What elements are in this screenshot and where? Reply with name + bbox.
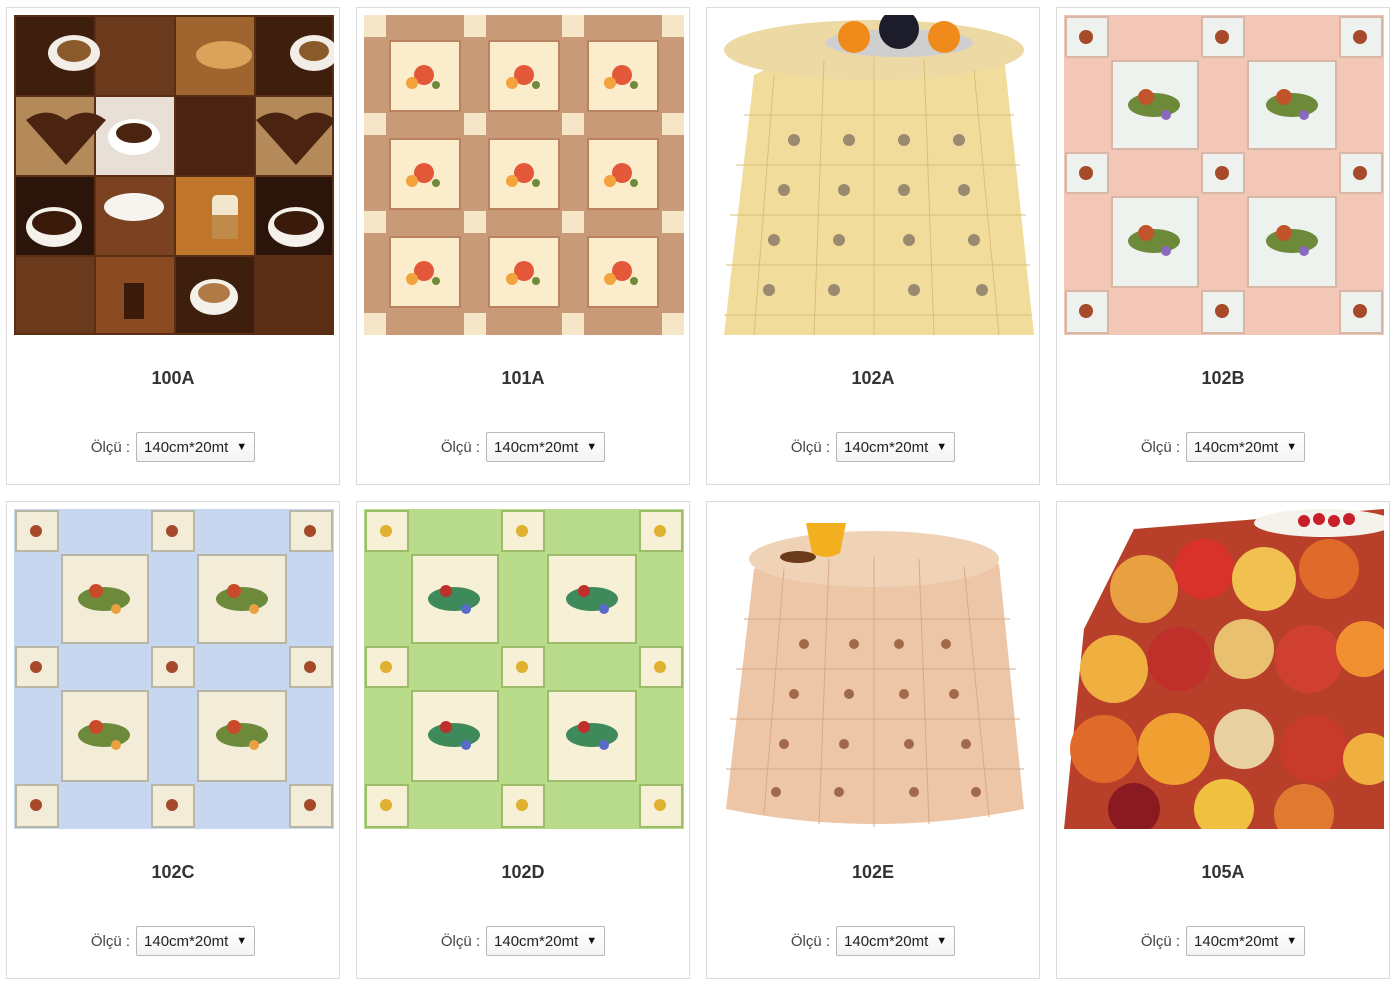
product-code: 102D	[501, 862, 545, 882]
size-select[interactable]: 140cm*20mt ▼	[836, 926, 956, 956]
coffee-collage-image	[14, 15, 334, 335]
product-code: 105A	[1201, 862, 1245, 882]
product-image[interactable]	[364, 509, 684, 829]
product-code: 102B	[1201, 368, 1245, 388]
product-image[interactable]	[1064, 15, 1384, 335]
size-select-value: 140cm*20mt	[144, 932, 229, 950]
product-code: 102A	[851, 368, 895, 388]
size-label: Ölçü :	[1140, 438, 1181, 456]
caret-down-icon: ▼	[1286, 441, 1298, 453]
product-code: 102C	[151, 862, 195, 882]
floral-blue-grid-image	[14, 509, 334, 829]
size-select[interactable]: 140cm*20mt ▼	[1186, 926, 1306, 956]
size-row: Ölçü : 140cm*20mt ▼	[7, 432, 339, 462]
round-table-yellow-image	[714, 15, 1034, 335]
product-image[interactable]	[1064, 509, 1384, 829]
product-card[interactable]: 101A Ölçü : 140cm*20mt ▼	[356, 7, 690, 485]
product-card[interactable]: 102D Ölçü : 140cm*20mt ▼	[356, 501, 690, 979]
size-select-value: 140cm*20mt	[494, 438, 579, 456]
floral-beige-grid-image	[364, 15, 684, 335]
size-select[interactable]: 140cm*20mt ▼	[836, 432, 956, 462]
size-row: Ölçü : 140cm*20mt ▼	[707, 926, 1039, 956]
size-select[interactable]: 140cm*20mt ▼	[1186, 432, 1306, 462]
product-code: 101A	[501, 368, 545, 388]
product-image[interactable]	[14, 15, 334, 335]
size-row: Ölçü : 140cm*20mt ▼	[707, 432, 1039, 462]
size-row: Ölçü : 140cm*20mt ▼	[357, 926, 689, 956]
product-card[interactable]: 102C Ölçü : 140cm*20mt ▼	[6, 501, 340, 979]
caret-down-icon: ▼	[586, 935, 598, 947]
caret-down-icon: ▼	[236, 441, 248, 453]
product-image[interactable]	[364, 15, 684, 335]
product-image[interactable]	[714, 15, 1034, 335]
size-select-value: 140cm*20mt	[144, 438, 229, 456]
caret-down-icon: ▼	[936, 935, 948, 947]
product-code: 102E	[851, 862, 895, 882]
product-card[interactable]: 102A Ölçü : 140cm*20mt ▼	[706, 7, 1040, 485]
size-select-value: 140cm*20mt	[1194, 438, 1279, 456]
fruit-tablecloth-image	[1064, 509, 1384, 829]
size-select[interactable]: 140cm*20mt ▼	[486, 432, 606, 462]
size-label: Ölçü :	[1140, 932, 1181, 950]
size-label: Ölçü :	[440, 438, 481, 456]
size-label: Ölçü :	[440, 932, 481, 950]
round-table-peach-image	[714, 509, 1034, 829]
size-label: Ölçü :	[90, 438, 131, 456]
floral-green-grid-image	[364, 509, 684, 829]
size-row: Ölçü : 140cm*20mt ▼	[1057, 432, 1389, 462]
size-label: Ölçü :	[790, 932, 831, 950]
size-select-value: 140cm*20mt	[844, 438, 929, 456]
size-row: Ölçü : 140cm*20mt ▼	[7, 926, 339, 956]
caret-down-icon: ▼	[1286, 935, 1298, 947]
size-select-value: 140cm*20mt	[1194, 932, 1279, 950]
product-code: 100A	[151, 368, 195, 388]
caret-down-icon: ▼	[586, 441, 598, 453]
size-row: Ölçü : 140cm*20mt ▼	[357, 432, 689, 462]
size-select[interactable]: 140cm*20mt ▼	[136, 432, 256, 462]
product-card[interactable]: 102E Ölçü : 140cm*20mt ▼	[706, 501, 1040, 979]
caret-down-icon: ▼	[936, 441, 948, 453]
product-card[interactable]: 105A Ölçü : 140cm*20mt ▼	[1056, 501, 1390, 979]
size-select-value: 140cm*20mt	[844, 932, 929, 950]
size-select-value: 140cm*20mt	[494, 932, 579, 950]
product-image[interactable]	[14, 509, 334, 829]
size-label: Ölçü :	[90, 932, 131, 950]
floral-pink-grid-image	[1064, 15, 1384, 335]
product-card[interactable]: 100A Ölçü : 140cm*20mt ▼	[6, 7, 340, 485]
product-card[interactable]: 102B Ölçü : 140cm*20mt ▼	[1056, 7, 1390, 485]
size-select[interactable]: 140cm*20mt ▼	[136, 926, 256, 956]
size-row: Ölçü : 140cm*20mt ▼	[1057, 926, 1389, 956]
size-select[interactable]: 140cm*20mt ▼	[486, 926, 606, 956]
product-image[interactable]	[714, 509, 1034, 829]
size-label: Ölçü :	[790, 438, 831, 456]
caret-down-icon: ▼	[236, 935, 248, 947]
